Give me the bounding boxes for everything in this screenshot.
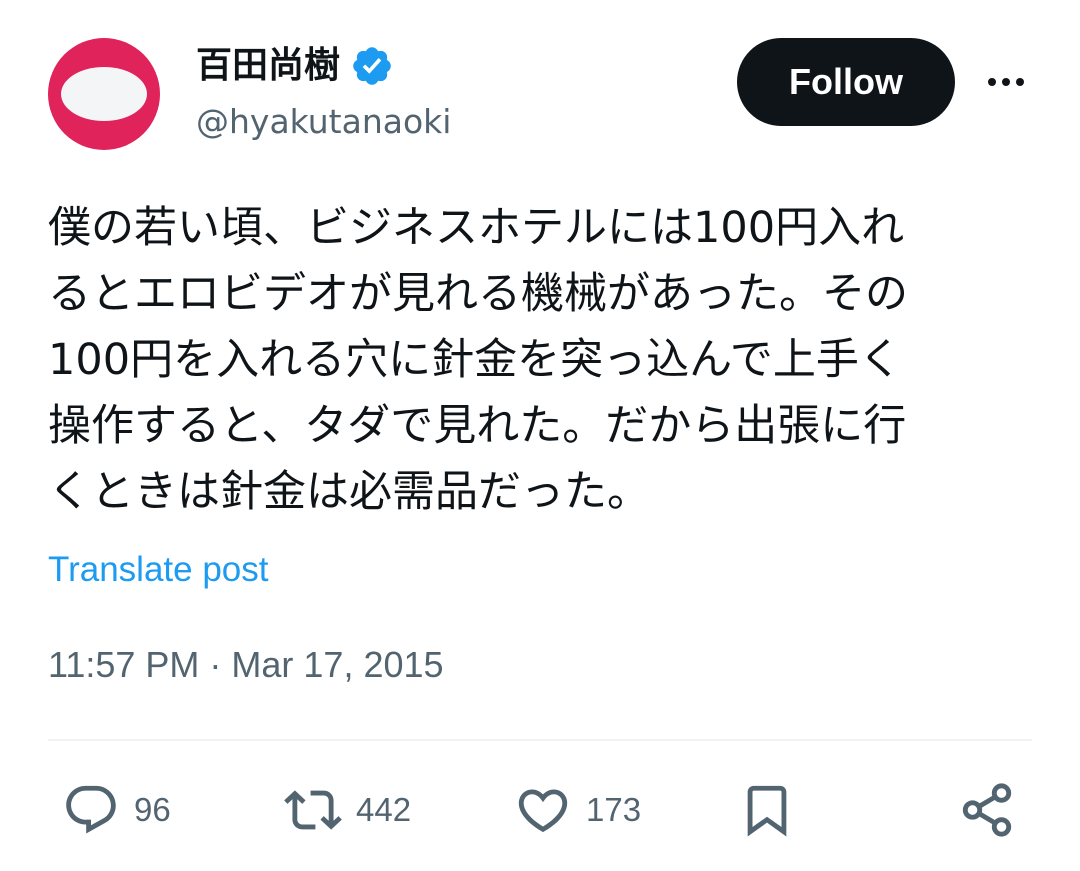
post-text: 僕の若い頃、ビジネスホテルには100円入れ るとエロビデオが見れる機械があった。… (48, 195, 1032, 525)
verified-badge-icon (353, 47, 391, 85)
post-text-line: 操作すると、タダで見れた。だから出張に行 (48, 401, 907, 451)
heart-icon (518, 789, 568, 833)
post-text-line: 僕の若い頃、ビジネスホテルには100円入れ (48, 203, 905, 253)
more-dots-icon[interactable] (984, 64, 1028, 100)
reply-count: 96 (134, 791, 171, 828)
follow-button[interactable]: Follow (737, 38, 955, 126)
post-timestamp[interactable]: 11:57 PM · Mar 17, 2015 (48, 641, 444, 689)
author-name[interactable]: 百田尚樹 (196, 42, 340, 90)
more-dot (988, 78, 996, 86)
more-dot (1016, 78, 1024, 86)
repost-button[interactable]: 442 (284, 778, 411, 842)
like-count: 173 (586, 791, 642, 828)
post-text-line: くときは針金は必需品だった。 (48, 467, 650, 517)
repost-icon (284, 790, 342, 830)
post-text-line: るとエロビデオが見れる機械があった。その (48, 269, 908, 319)
author-name-row: 百田尚樹 (196, 42, 394, 90)
reply-icon (66, 785, 116, 834)
reply-button[interactable]: 96 (62, 778, 171, 842)
avatar-image (61, 67, 147, 121)
post-text-line: 100円を入れる穴に針金を突っ込んで上手く (48, 335, 902, 385)
author-handle[interactable]: @hyakutanaoki (196, 100, 451, 144)
translate-post-link[interactable]: Translate post (48, 548, 268, 592)
like-button[interactable]: 173 (514, 778, 641, 842)
more-dot (1002, 78, 1010, 86)
bookmark-button[interactable] (738, 778, 796, 842)
bookmark-icon (747, 785, 787, 837)
share-button[interactable] (958, 778, 1016, 842)
divider (48, 739, 1032, 741)
avatar[interactable] (48, 38, 160, 150)
repost-count: 442 (356, 791, 412, 828)
share-icon (962, 783, 1012, 837)
